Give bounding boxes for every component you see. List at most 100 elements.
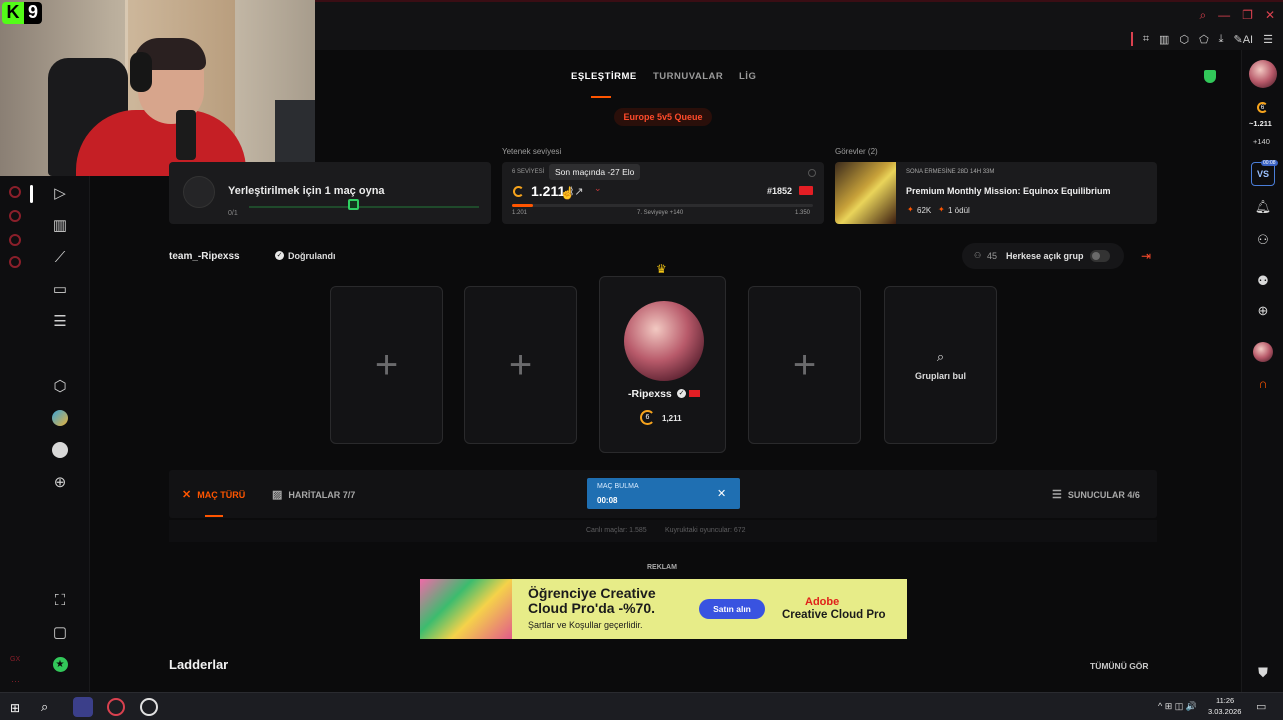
premium-icon[interactable]: ★ bbox=[48, 652, 72, 676]
party-slot-empty[interactable]: + bbox=[330, 286, 443, 444]
windows-start-icon[interactable]: ⊞ bbox=[10, 701, 20, 715]
find-groups-label: Grupları bul bbox=[914, 371, 966, 381]
cancel-search-icon[interactable]: ✕ bbox=[717, 487, 726, 500]
see-all-link[interactable]: TÜMÜNÜ GÖR bbox=[1090, 661, 1149, 671]
party-icon[interactable]: ⚉ bbox=[1255, 273, 1271, 289]
queue-stats-bar: Canlı maçlar: 1.585 Kuyruktaki oyuncular… bbox=[169, 520, 1157, 542]
leave-party-icon[interactable]: ⇥ bbox=[1141, 249, 1151, 263]
close-icon[interactable]: ✕ bbox=[1265, 8, 1275, 23]
public-group-toggle[interactable]: ⚇ 45 Herkese açık grup bbox=[962, 243, 1124, 269]
club-avatar[interactable] bbox=[48, 438, 72, 462]
live-matches: Canlı maçlar: 1.585 bbox=[586, 527, 647, 534]
strip-icon[interactable] bbox=[9, 210, 21, 222]
skill-progress-fill bbox=[512, 204, 534, 207]
toolbar-tool-icon[interactable]: ▥ bbox=[1159, 33, 1169, 46]
tab-league[interactable]: LİG bbox=[739, 71, 756, 82]
queue-badge[interactable]: Europe 5v5 Queue bbox=[614, 108, 712, 126]
play-icon[interactable]: ▷ bbox=[48, 181, 72, 205]
club-icon[interactable]: ⬡ bbox=[48, 374, 72, 398]
mission-skin-image bbox=[835, 162, 896, 224]
notifications-icon[interactable]: 🔔︎ bbox=[1255, 199, 1272, 215]
servers-tab[interactable]: ☰ SUNUCULAR 4/6 bbox=[1052, 488, 1140, 501]
add-friend-icon[interactable]: ⊕ bbox=[1255, 303, 1271, 319]
maximize-icon[interactable]: ❐ bbox=[1242, 8, 1253, 23]
ai-tool-icon[interactable]: ✎AI bbox=[1234, 33, 1254, 46]
strip-icon[interactable] bbox=[9, 256, 21, 268]
profile-level-badge: 6 bbox=[1257, 102, 1268, 113]
maps-tab[interactable]: ▨ HARİTALAR 7/7 bbox=[272, 488, 355, 501]
profile-avatar[interactable] bbox=[1249, 60, 1277, 88]
notification-center-icon[interactable]: ▭ bbox=[1256, 700, 1266, 713]
opera-gx-icon[interactable] bbox=[107, 698, 125, 716]
toggle-switch[interactable] bbox=[1090, 250, 1110, 262]
right-sidebar: 6 ~1.211 +140 VS 00:08 🔔︎ ⚇ ⚉ ⊕ ∩ ⛊ bbox=[1241, 50, 1283, 692]
add-player-icon: + bbox=[508, 342, 533, 387]
match-type-tab[interactable]: ✕ MAÇ TÜRÜ bbox=[182, 488, 245, 501]
ad-terms: Şartlar ve Koşullar geçerlidir. bbox=[528, 620, 643, 630]
system-tray[interactable]: ^ ⊞ ◫ 🔊 bbox=[1158, 701, 1197, 712]
toolbar-tool-icon[interactable]: ⌗ bbox=[1143, 33, 1149, 46]
stats-icon[interactable]: ⟋ bbox=[48, 245, 72, 269]
info-icon[interactable] bbox=[808, 169, 816, 177]
mouse-cursor: ☝ bbox=[560, 186, 575, 200]
level-gauge-icon bbox=[513, 186, 524, 197]
ad-cta-button[interactable]: Satın alın bbox=[699, 599, 765, 619]
party-slot-empty[interactable]: + bbox=[748, 286, 861, 444]
download-icon[interactable]: ⤓ bbox=[1219, 33, 1224, 46]
menu-icon[interactable]: ☰ bbox=[1263, 33, 1273, 46]
ad-banner[interactable]: Öğrenciye Creative Cloud Pro'da -%70. Şa… bbox=[420, 579, 907, 639]
capture-icon[interactable]: ⛶ bbox=[48, 588, 72, 612]
mission-points: 62K bbox=[917, 206, 932, 215]
points-icon: ✦ bbox=[907, 205, 914, 214]
friends-icon[interactable]: ⚇ bbox=[1255, 232, 1271, 248]
shop-icon[interactable]: ▢ bbox=[48, 620, 72, 644]
faceit-logo-icon[interactable]: ⛊ bbox=[1255, 665, 1271, 681]
server-icon: ☰ bbox=[1052, 489, 1062, 501]
toolbar-tool-icon[interactable]: ⬡ bbox=[1179, 33, 1189, 46]
list-icon[interactable]: ☰ bbox=[48, 309, 72, 333]
searching-label: MAÇ BULMA bbox=[597, 483, 639, 490]
mission-card[interactable]: SONA ERMESİNE 28D 14H 33M Premium Monthl… bbox=[835, 162, 1157, 224]
taskbar-app-icon[interactable] bbox=[140, 698, 158, 716]
mission-reward: 1 ödül bbox=[948, 206, 970, 215]
team-name[interactable]: team_-Ripexss bbox=[169, 251, 240, 262]
party-slot-empty[interactable]: + bbox=[464, 286, 577, 444]
search-icon[interactable]: ⌕ bbox=[1199, 8, 1206, 23]
taskbar-app-icon[interactable] bbox=[73, 697, 93, 717]
elo-tooltip-text: Son maçında -27 Elo bbox=[555, 167, 635, 177]
map-icon: ▨ bbox=[272, 489, 283, 501]
clock-time[interactable]: 11:26 bbox=[1216, 696, 1234, 705]
strip-icon[interactable] bbox=[9, 186, 21, 198]
add-club-icon[interactable]: ⊕ bbox=[48, 470, 72, 494]
skill-min: 1.201 bbox=[512, 210, 528, 216]
ranking-icon[interactable]: ▥ bbox=[48, 213, 72, 237]
ad-headline: Öğrenciye Creative Cloud Pro'da -%70. bbox=[528, 585, 656, 616]
tab-tournaments[interactable]: TURNUVALAR bbox=[653, 71, 723, 82]
strip-icon[interactable]: GX bbox=[10, 656, 20, 663]
ad-label: REKLAM bbox=[647, 564, 677, 571]
skill-next-level: 7. Seviyeye +140 bbox=[637, 210, 684, 216]
ad-product: Creative Cloud Pro bbox=[782, 609, 886, 621]
tab-active-underline bbox=[591, 96, 611, 98]
skill-section-label: Yetenek seviyesi bbox=[502, 147, 562, 156]
taskbar-search-icon[interactable]: ⌕ bbox=[41, 699, 48, 715]
tab-matchmaking[interactable]: EŞLEŞTİRME bbox=[571, 71, 637, 82]
more-icon[interactable]: ··· bbox=[11, 676, 20, 686]
party-slot-player[interactable]: -Ripexss ✓ 6 1,211 bbox=[599, 276, 726, 453]
clock-date[interactable]: 3.03.2026 bbox=[1208, 707, 1241, 716]
headphones-icon[interactable]: ∩ bbox=[1255, 375, 1271, 391]
find-groups-button[interactable]: ⌕ Grupları bul bbox=[884, 286, 997, 444]
minimize-icon[interactable]: — bbox=[1218, 8, 1230, 23]
ladders-title: Ladderlar bbox=[169, 657, 229, 672]
friend-avatar[interactable] bbox=[1253, 342, 1273, 362]
strip-icon[interactable] bbox=[9, 234, 21, 246]
kick-count: 9 bbox=[24, 2, 42, 24]
match-type-label: MAÇ TÜRÜ bbox=[197, 489, 246, 500]
club-avatar[interactable] bbox=[48, 406, 72, 430]
anti-cheat-icon[interactable] bbox=[1204, 70, 1216, 83]
elo-tooltip: Son maçında -27 Elo bbox=[549, 164, 641, 180]
video-icon[interactable]: ▭ bbox=[48, 277, 72, 301]
toolbar-tool-icon[interactable]: ⬠ bbox=[1199, 33, 1209, 46]
reward-icon: ✦ bbox=[938, 205, 945, 214]
group-label: Herkese açık grup bbox=[1006, 251, 1084, 261]
